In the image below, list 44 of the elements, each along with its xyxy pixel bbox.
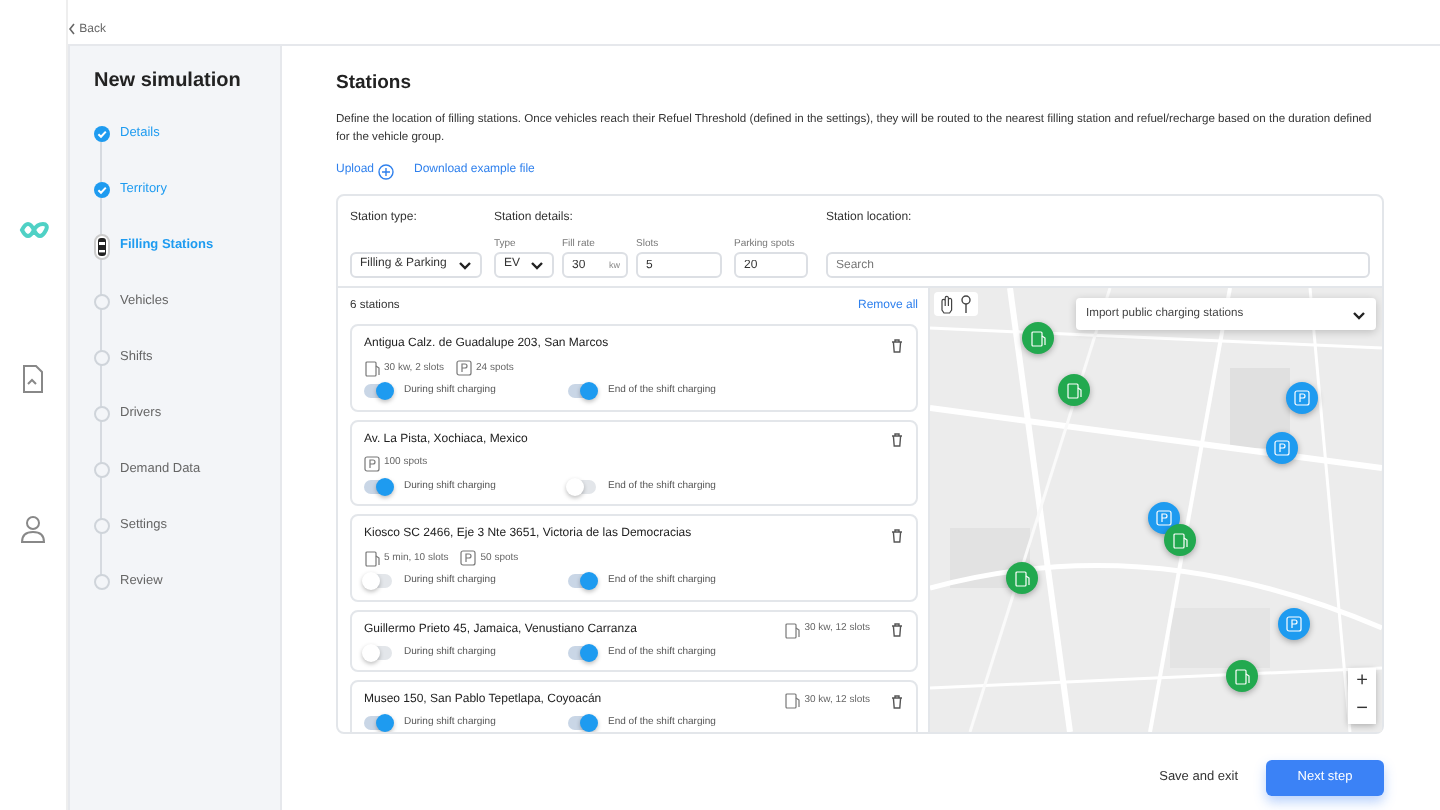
zoom-in-button[interactable]: + bbox=[1348, 668, 1376, 697]
fuel-pump-icon bbox=[364, 550, 380, 569]
chevron-left-icon bbox=[68, 21, 76, 36]
trash-icon[interactable] bbox=[890, 337, 904, 354]
fuel-pump-icon bbox=[1234, 667, 1250, 686]
fuel-pump-icon bbox=[1014, 569, 1030, 588]
toggle-switch[interactable] bbox=[568, 716, 596, 731]
document-icon[interactable] bbox=[20, 364, 46, 394]
parking-icon bbox=[1294, 389, 1310, 408]
user-icon[interactable] bbox=[20, 514, 46, 544]
fuel-pump-icon bbox=[1030, 329, 1046, 348]
trash-icon[interactable] bbox=[890, 432, 904, 449]
parking-icon bbox=[364, 455, 380, 474]
fuel-pump-icon bbox=[784, 692, 801, 711]
toggle-switch[interactable] bbox=[568, 384, 596, 399]
pin-icon[interactable] bbox=[958, 294, 974, 315]
fuel-pump-icon bbox=[1172, 531, 1188, 550]
toggle-switch[interactable] bbox=[568, 645, 596, 660]
toggle-switch[interactable] bbox=[568, 479, 596, 494]
fuel-pump-icon bbox=[1066, 381, 1082, 400]
parking-icon bbox=[1156, 509, 1172, 528]
zoom-out-button[interactable]: − bbox=[1348, 696, 1376, 725]
toggle-switch[interactable] bbox=[364, 384, 392, 399]
toggle-switch[interactable] bbox=[364, 574, 392, 589]
fuel-pump-icon bbox=[364, 360, 380, 379]
parking-icon bbox=[1286, 615, 1302, 634]
toggle-switch[interactable] bbox=[364, 645, 392, 660]
plus-icon bbox=[378, 163, 395, 180]
fuel-pump-icon bbox=[784, 621, 801, 640]
trash-icon[interactable] bbox=[890, 622, 904, 639]
parking-icon bbox=[456, 360, 473, 379]
chevron-icon bbox=[458, 260, 472, 271]
toggle-switch[interactable] bbox=[364, 716, 392, 731]
trash-icon[interactable] bbox=[890, 693, 904, 710]
page-title: Stations bbox=[336, 70, 413, 98]
toggle-switch[interactable] bbox=[568, 574, 596, 589]
hand-icon[interactable] bbox=[938, 294, 954, 315]
wizard-title: New simulation bbox=[94, 68, 243, 96]
parking-icon bbox=[460, 550, 477, 569]
trash-icon[interactable] bbox=[890, 527, 904, 544]
parking-icon bbox=[1274, 439, 1290, 458]
chevron-icon bbox=[1352, 309, 1366, 320]
chevron-icon bbox=[530, 260, 544, 271]
toggle-switch[interactable] bbox=[364, 479, 392, 494]
